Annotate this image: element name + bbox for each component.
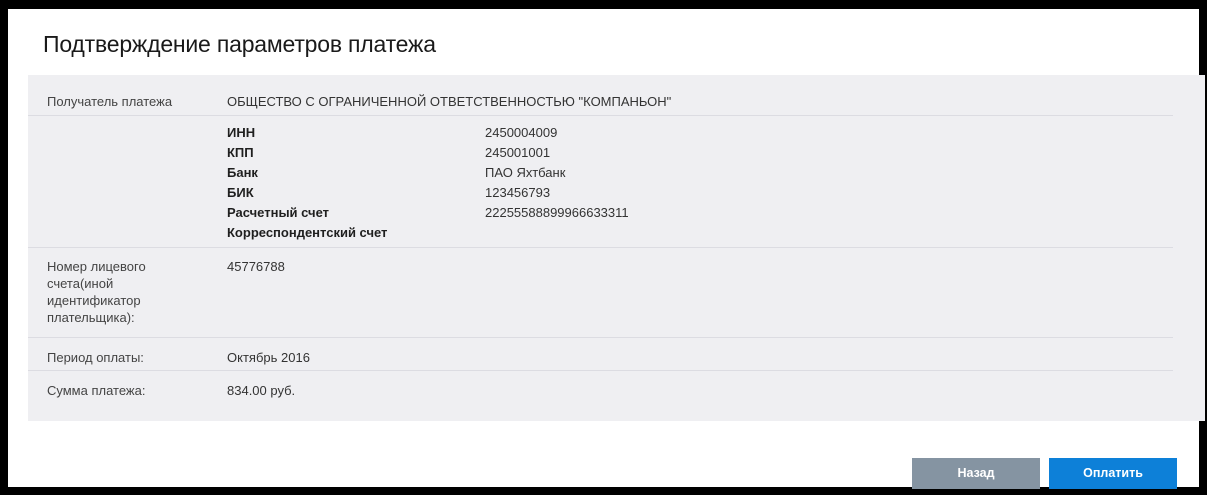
back-button[interactable]: Назад — [912, 458, 1040, 489]
account-number-row: Номер лицевого счета(иной идентификатор … — [28, 248, 1173, 338]
payment-amount-row: Сумма платежа: 834.00 руб. — [28, 371, 1173, 411]
bik-label: БИК — [227, 185, 254, 200]
payment-period-label: Период оплаты: — [47, 350, 144, 365]
payment-period-row: Период оплаты: Октябрь 2016 — [28, 338, 1173, 371]
bik-value: 123456793 — [485, 185, 551, 200]
payment-amount-label: Сумма платежа: — [47, 383, 146, 398]
payment-amount-value: 834.00 руб. — [227, 383, 296, 398]
recipient-name: ОБЩЕСТВО С ОГРАНИЧЕННОЙ ОТВЕТСТВЕННОСТЬЮ… — [227, 94, 672, 109]
account-number-label: Номер лицевого счета(иной идентификатор … — [47, 259, 146, 325]
kpp-value: 245001001 — [485, 145, 551, 160]
kpp-label: КПП — [227, 145, 254, 160]
bank-label: Банк — [227, 165, 258, 180]
payment-period-value: Октябрь 2016 — [227, 350, 310, 365]
pay-button[interactable]: Оплатить — [1049, 458, 1177, 489]
recipient-row: Получатель платежа ОБЩЕСТВО С ОГРАНИЧЕНН… — [28, 85, 1173, 116]
recipient-label: Получатель платежа — [47, 94, 173, 109]
page-title: Подтверждение параметров платежа — [43, 31, 436, 57]
bank-details-row: ИНН 2450004009 КПП 245001001 Банк ПАО Ях… — [28, 116, 1173, 248]
settlement-account-label: Расчетный счет — [227, 205, 330, 220]
settlement-account-value: 22255588899966633311 — [485, 205, 629, 220]
bank-value: ПАО Яхтбанк — [485, 165, 566, 180]
account-number-value: 45776788 — [227, 259, 285, 274]
page-frame: Подтверждение параметров платежа Получат… — [0, 0, 1207, 495]
inn-value: 2450004009 — [485, 125, 558, 140]
inn-label: ИНН — [227, 125, 256, 140]
correspondent-account-label: Корреспондентский счет — [227, 225, 388, 240]
